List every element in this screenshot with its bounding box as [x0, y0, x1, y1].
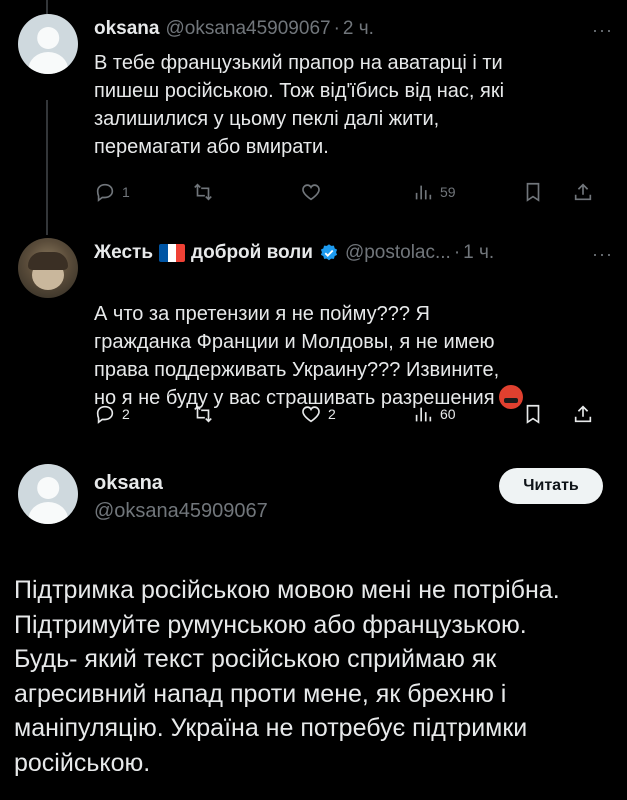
author-handle[interactable]: @postolac... [345, 242, 451, 264]
share-button[interactable] [572, 403, 594, 425]
like-count: 2 [328, 406, 336, 422]
views-button[interactable]: 60 [412, 403, 522, 425]
french-flag-icon [159, 244, 186, 262]
author-handle[interactable]: @oksana45909067 [165, 18, 330, 40]
share-icon [574, 183, 592, 201]
tweet-time[interactable]: 2 ч. [343, 18, 374, 40]
author-name[interactable]: oksana [94, 472, 163, 495]
views-icon [415, 185, 432, 200]
avatar[interactable] [18, 464, 78, 524]
reply-button[interactable]: 1 [94, 181, 192, 203]
tweet-text: Підтримка російською мовою мені не потрі… [14, 576, 560, 777]
author-name-part-1[interactable]: Жесть [94, 242, 153, 264]
tweet-header: Жесть доброй воли @postolac... · 1 ч. [94, 242, 495, 264]
retweet-button[interactable] [192, 403, 300, 425]
views-icon [415, 407, 432, 422]
retweet-icon [194, 405, 212, 423]
share-button[interactable] [572, 181, 594, 203]
reply-count: 1 [122, 184, 130, 200]
reply-icon [96, 405, 114, 424]
more-options-icon[interactable]: ··· [592, 244, 613, 265]
tweet-text: В тебе французький прапор на аватарці і … [94, 52, 505, 158]
more-options-icon[interactable]: ··· [592, 20, 613, 41]
reply-icon [96, 183, 114, 202]
author-name[interactable]: oksana [94, 18, 159, 40]
views-button[interactable]: 59 [412, 181, 522, 203]
like-button[interactable] [300, 181, 412, 203]
reply-count: 2 [122, 406, 130, 422]
bookmark-button[interactable] [522, 403, 572, 425]
bookmark-icon [526, 182, 540, 202]
bookmark-icon [526, 404, 540, 424]
tweet-text: А что за претензии я не пойму??? Я гражд… [94, 272, 603, 412]
tweet-text-content: А что за претензии я не пойму??? Я гражд… [94, 303, 500, 409]
views-count: 59 [440, 184, 456, 200]
reply-button[interactable]: 2 [94, 403, 192, 425]
tweet-actions: 2 2 60 [94, 401, 609, 427]
avatar[interactable] [18, 238, 78, 298]
verified-icon [320, 244, 338, 261]
thread-line-top [46, 0, 48, 14]
like-icon [302, 406, 320, 423]
like-icon [302, 184, 320, 201]
tweet-time[interactable]: 1 ч. [463, 242, 494, 264]
share-icon [574, 405, 592, 423]
follow-button[interactable]: Читать [499, 468, 603, 504]
retweet-button[interactable] [192, 181, 300, 203]
views-count: 60 [440, 406, 456, 422]
like-button[interactable]: 2 [300, 403, 412, 425]
thread-line-middle [46, 100, 48, 235]
tweet-header: oksana @oksana45909067 · 2 ч. [94, 18, 374, 40]
avatar[interactable] [18, 14, 78, 74]
author-handle[interactable]: @oksana45909067 [94, 500, 268, 523]
retweet-icon [194, 183, 212, 201]
author-name-part-2[interactable]: доброй воли [191, 242, 313, 264]
bookmark-button[interactable] [522, 181, 572, 203]
tweet-actions: 1 59 [94, 179, 609, 205]
